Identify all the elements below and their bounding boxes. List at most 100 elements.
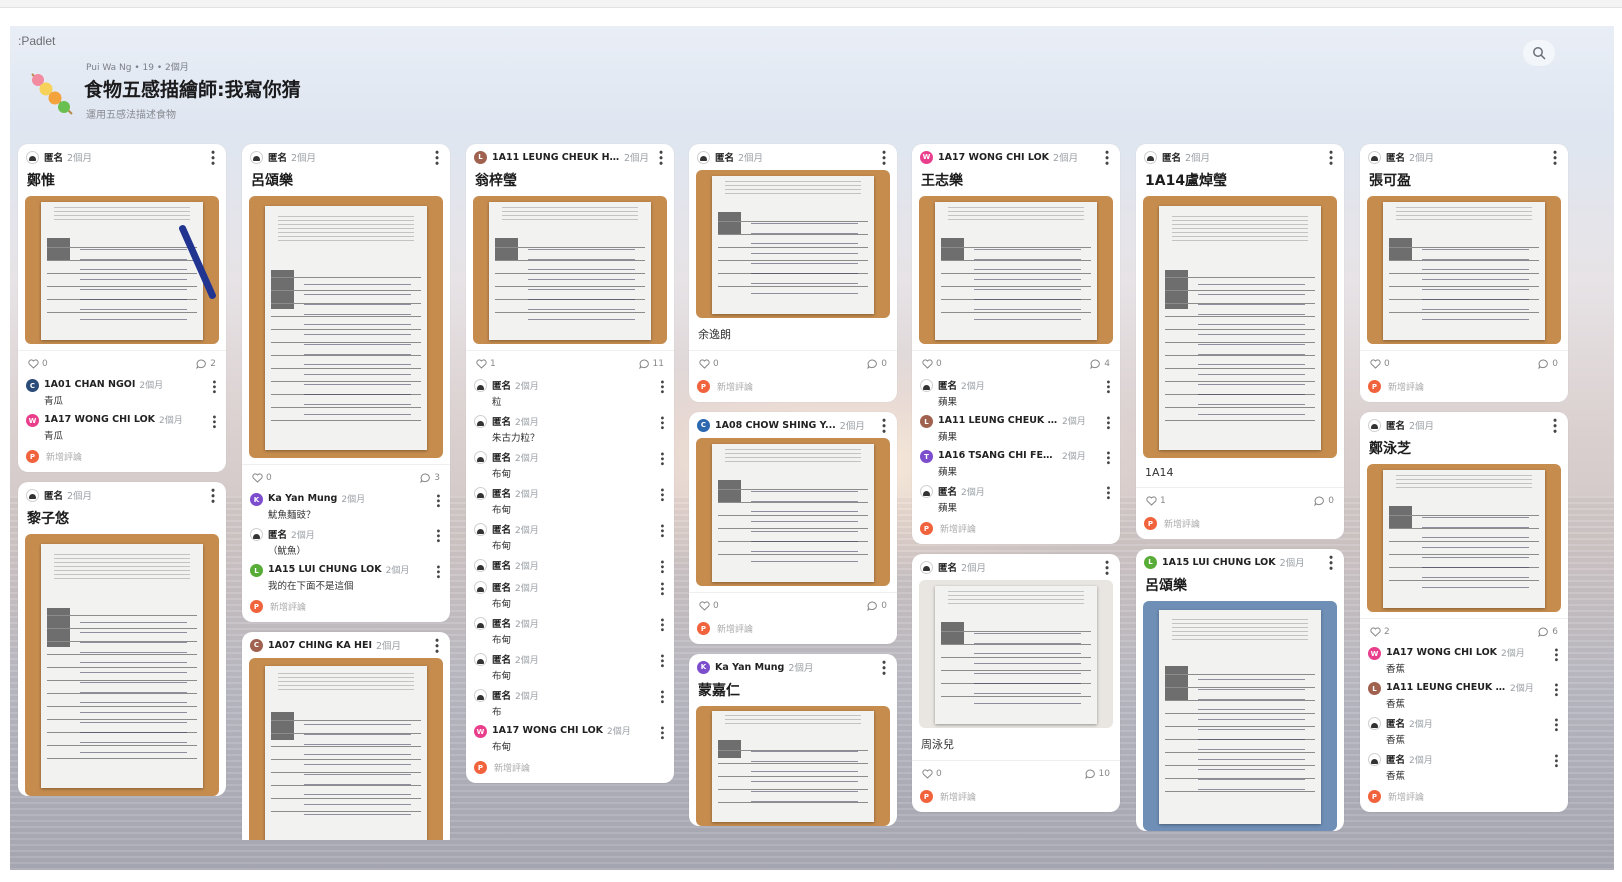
add-comment[interactable]: P 新增評論 — [912, 785, 1120, 812]
post-photo[interactable] — [25, 534, 219, 796]
comment-icon[interactable] — [867, 601, 878, 611]
more-vertical-icon[interactable]: ••• — [206, 487, 219, 503]
like-button[interactable]: 0 — [699, 601, 719, 611]
post-card[interactable]: W 1A17 WONG CHI LOK 2個月 ••• 王志樂 0 4 匿名 2個月 蘋果 ••• L… — [912, 144, 1120, 544]
add-comment[interactable]: P 新增評論 — [1360, 785, 1568, 812]
more-vertical-icon[interactable]: ••• — [656, 451, 667, 466]
post-photo[interactable] — [696, 438, 890, 586]
more-vertical-icon[interactable]: ••• — [430, 149, 443, 165]
like-button[interactable]: 1 — [1146, 496, 1166, 506]
more-vertical-icon[interactable]: ••• — [656, 581, 667, 596]
comment-button[interactable]: 0 — [1538, 359, 1558, 369]
post-card[interactable]: 匿名 2個月 ••• 黎子悠 — [18, 482, 226, 796]
heart-icon[interactable] — [1146, 496, 1157, 506]
post-card[interactable]: 匿名 2個月 ••• 鄭泳芝 2 6 W 1A17 WONG CHI LOK 2個月 香蕉 ••• L… — [1360, 412, 1568, 812]
post-card[interactable]: 匿名 2個月 ••• 1A14盧焯瑩 1A14 1 0 P 新增評論 — [1136, 144, 1344, 539]
post-card[interactable]: C 1A08 CHOW SHING Y... 2個月 ••• 0 0 P 新增評論 — [689, 412, 897, 644]
more-vertical-icon[interactable]: ••• — [208, 414, 219, 429]
like-button[interactable]: 0 — [922, 359, 942, 369]
more-vertical-icon[interactable]: ••• — [656, 653, 667, 668]
like-button[interactable]: 2 — [1370, 627, 1390, 637]
post-photo[interactable] — [249, 658, 443, 840]
comment-icon[interactable] — [1314, 496, 1325, 506]
comment-button[interactable]: 6 — [1538, 627, 1558, 637]
more-vertical-icon[interactable]: ••• — [1100, 149, 1113, 165]
post-card[interactable]: 匿名 2個月 ••• 周泳兒 0 10 P 新增評論 — [912, 554, 1120, 812]
more-vertical-icon[interactable]: ••• — [1548, 149, 1561, 165]
heart-icon[interactable] — [476, 359, 487, 369]
add-comment[interactable]: P 新增評論 — [689, 375, 897, 402]
comment-button[interactable]: 10 — [1084, 769, 1110, 779]
more-vertical-icon[interactable]: ••• — [1550, 753, 1561, 768]
comment-icon[interactable] — [638, 359, 650, 369]
post-photo[interactable] — [1367, 464, 1561, 612]
more-vertical-icon[interactable]: ••• — [208, 379, 219, 394]
post-card[interactable]: 匿名 2個月 ••• 鄭惟 0 2 C 1A01 CHAN NGOI 2個月 青瓜 ••• W 1A17… — [18, 144, 226, 472]
more-vertical-icon[interactable]: ••• — [1550, 682, 1561, 697]
post-card[interactable]: C 1A07 CHING KA HEI 2個月 ••• — [242, 632, 450, 840]
post-photo[interactable] — [25, 196, 219, 344]
comment-icon[interactable] — [1084, 769, 1096, 779]
post-photo[interactable] — [1143, 196, 1337, 458]
post-photo[interactable] — [919, 196, 1113, 344]
more-vertical-icon[interactable]: ••• — [1102, 379, 1113, 394]
heart-icon[interactable] — [699, 359, 710, 369]
comment-button[interactable]: 0 — [1314, 496, 1334, 506]
more-vertical-icon[interactable]: ••• — [877, 149, 890, 165]
more-vertical-icon[interactable]: ••• — [1324, 149, 1337, 165]
more-vertical-icon[interactable]: ••• — [654, 149, 667, 165]
comment-icon[interactable] — [1538, 359, 1549, 369]
more-vertical-icon[interactable]: ••• — [1102, 450, 1113, 465]
post-photo[interactable] — [249, 196, 443, 458]
post-photo[interactable] — [1143, 601, 1337, 831]
add-comment[interactable]: P 新增評論 — [18, 445, 226, 472]
more-vertical-icon[interactable]: ••• — [656, 725, 667, 740]
post-card[interactable]: K Ka Yan Mung 2個月 ••• 蒙嘉仁 — [689, 654, 897, 826]
more-vertical-icon[interactable]: ••• — [1324, 554, 1337, 570]
like-button[interactable]: 0 — [252, 473, 272, 483]
post-card[interactable]: 匿名 2個月 ••• 呂頌樂 0 3 K Ka Yan Mung 2個月 魷魚麵豉？ ••• 匿名 2個… — [242, 144, 450, 622]
comment-icon[interactable] — [196, 359, 207, 369]
comment-button[interactable]: 4 — [1090, 359, 1110, 369]
more-vertical-icon[interactable]: ••• — [877, 417, 890, 433]
more-vertical-icon[interactable]: ••• — [656, 487, 667, 502]
more-vertical-icon[interactable]: ••• — [206, 149, 219, 165]
more-vertical-icon[interactable]: ••• — [432, 528, 443, 543]
comment-button[interactable]: 0 — [867, 601, 887, 611]
more-vertical-icon[interactable]: ••• — [432, 493, 443, 508]
add-comment[interactable]: P 新增評論 — [466, 756, 674, 783]
heart-icon[interactable] — [28, 359, 39, 369]
add-comment[interactable]: P 新增評論 — [912, 517, 1120, 544]
comment-button[interactable]: 0 — [867, 359, 887, 369]
add-comment[interactable]: P 新增評論 — [689, 617, 897, 644]
heart-icon[interactable] — [252, 473, 263, 483]
post-card[interactable]: L 1A11 LEUNG CHEUK H... 2個月 ••• 翁梓瑩 1 11 匿名 2個月粒… — [466, 144, 674, 783]
comment-button[interactable]: 3 — [420, 473, 440, 483]
comment-button[interactable]: 2 — [196, 359, 216, 369]
post-card[interactable]: 匿名 2個月 ••• 余逸朗 0 0 P 新增評論 — [689, 144, 897, 402]
like-button[interactable]: 1 — [476, 359, 496, 369]
post-photo[interactable] — [1367, 196, 1561, 344]
post-card[interactable]: L 1A15 LUI CHUNG LOK 2個月 ••• 呂頌樂 — [1136, 549, 1344, 831]
heart-icon[interactable] — [922, 359, 933, 369]
more-vertical-icon[interactable]: ••• — [656, 617, 667, 632]
like-button[interactable]: 0 — [699, 359, 719, 369]
more-vertical-icon[interactable]: ••• — [1102, 485, 1113, 500]
comment-icon[interactable] — [420, 473, 431, 483]
add-comment[interactable]: P 新增評論 — [1360, 375, 1568, 402]
more-vertical-icon[interactable]: ••• — [1548, 417, 1561, 433]
comment-button[interactable]: 11 — [638, 359, 664, 369]
heart-icon[interactable] — [1370, 627, 1381, 637]
comment-icon[interactable] — [1090, 359, 1101, 369]
post-photo[interactable] — [919, 580, 1113, 728]
more-vertical-icon[interactable]: ••• — [656, 379, 667, 394]
post-photo[interactable] — [696, 706, 890, 826]
comment-icon[interactable] — [1538, 627, 1549, 637]
like-button[interactable]: 0 — [1370, 359, 1390, 369]
post-card[interactable]: 匿名 2個月 ••• 張可盈 0 0 P 新增評論 — [1360, 144, 1568, 402]
heart-icon[interactable] — [1370, 359, 1381, 369]
more-vertical-icon[interactable]: ••• — [430, 637, 443, 653]
like-button[interactable]: 0 — [922, 769, 942, 779]
add-comment[interactable]: P 新增評論 — [1136, 512, 1344, 539]
like-button[interactable]: 0 — [28, 359, 48, 369]
